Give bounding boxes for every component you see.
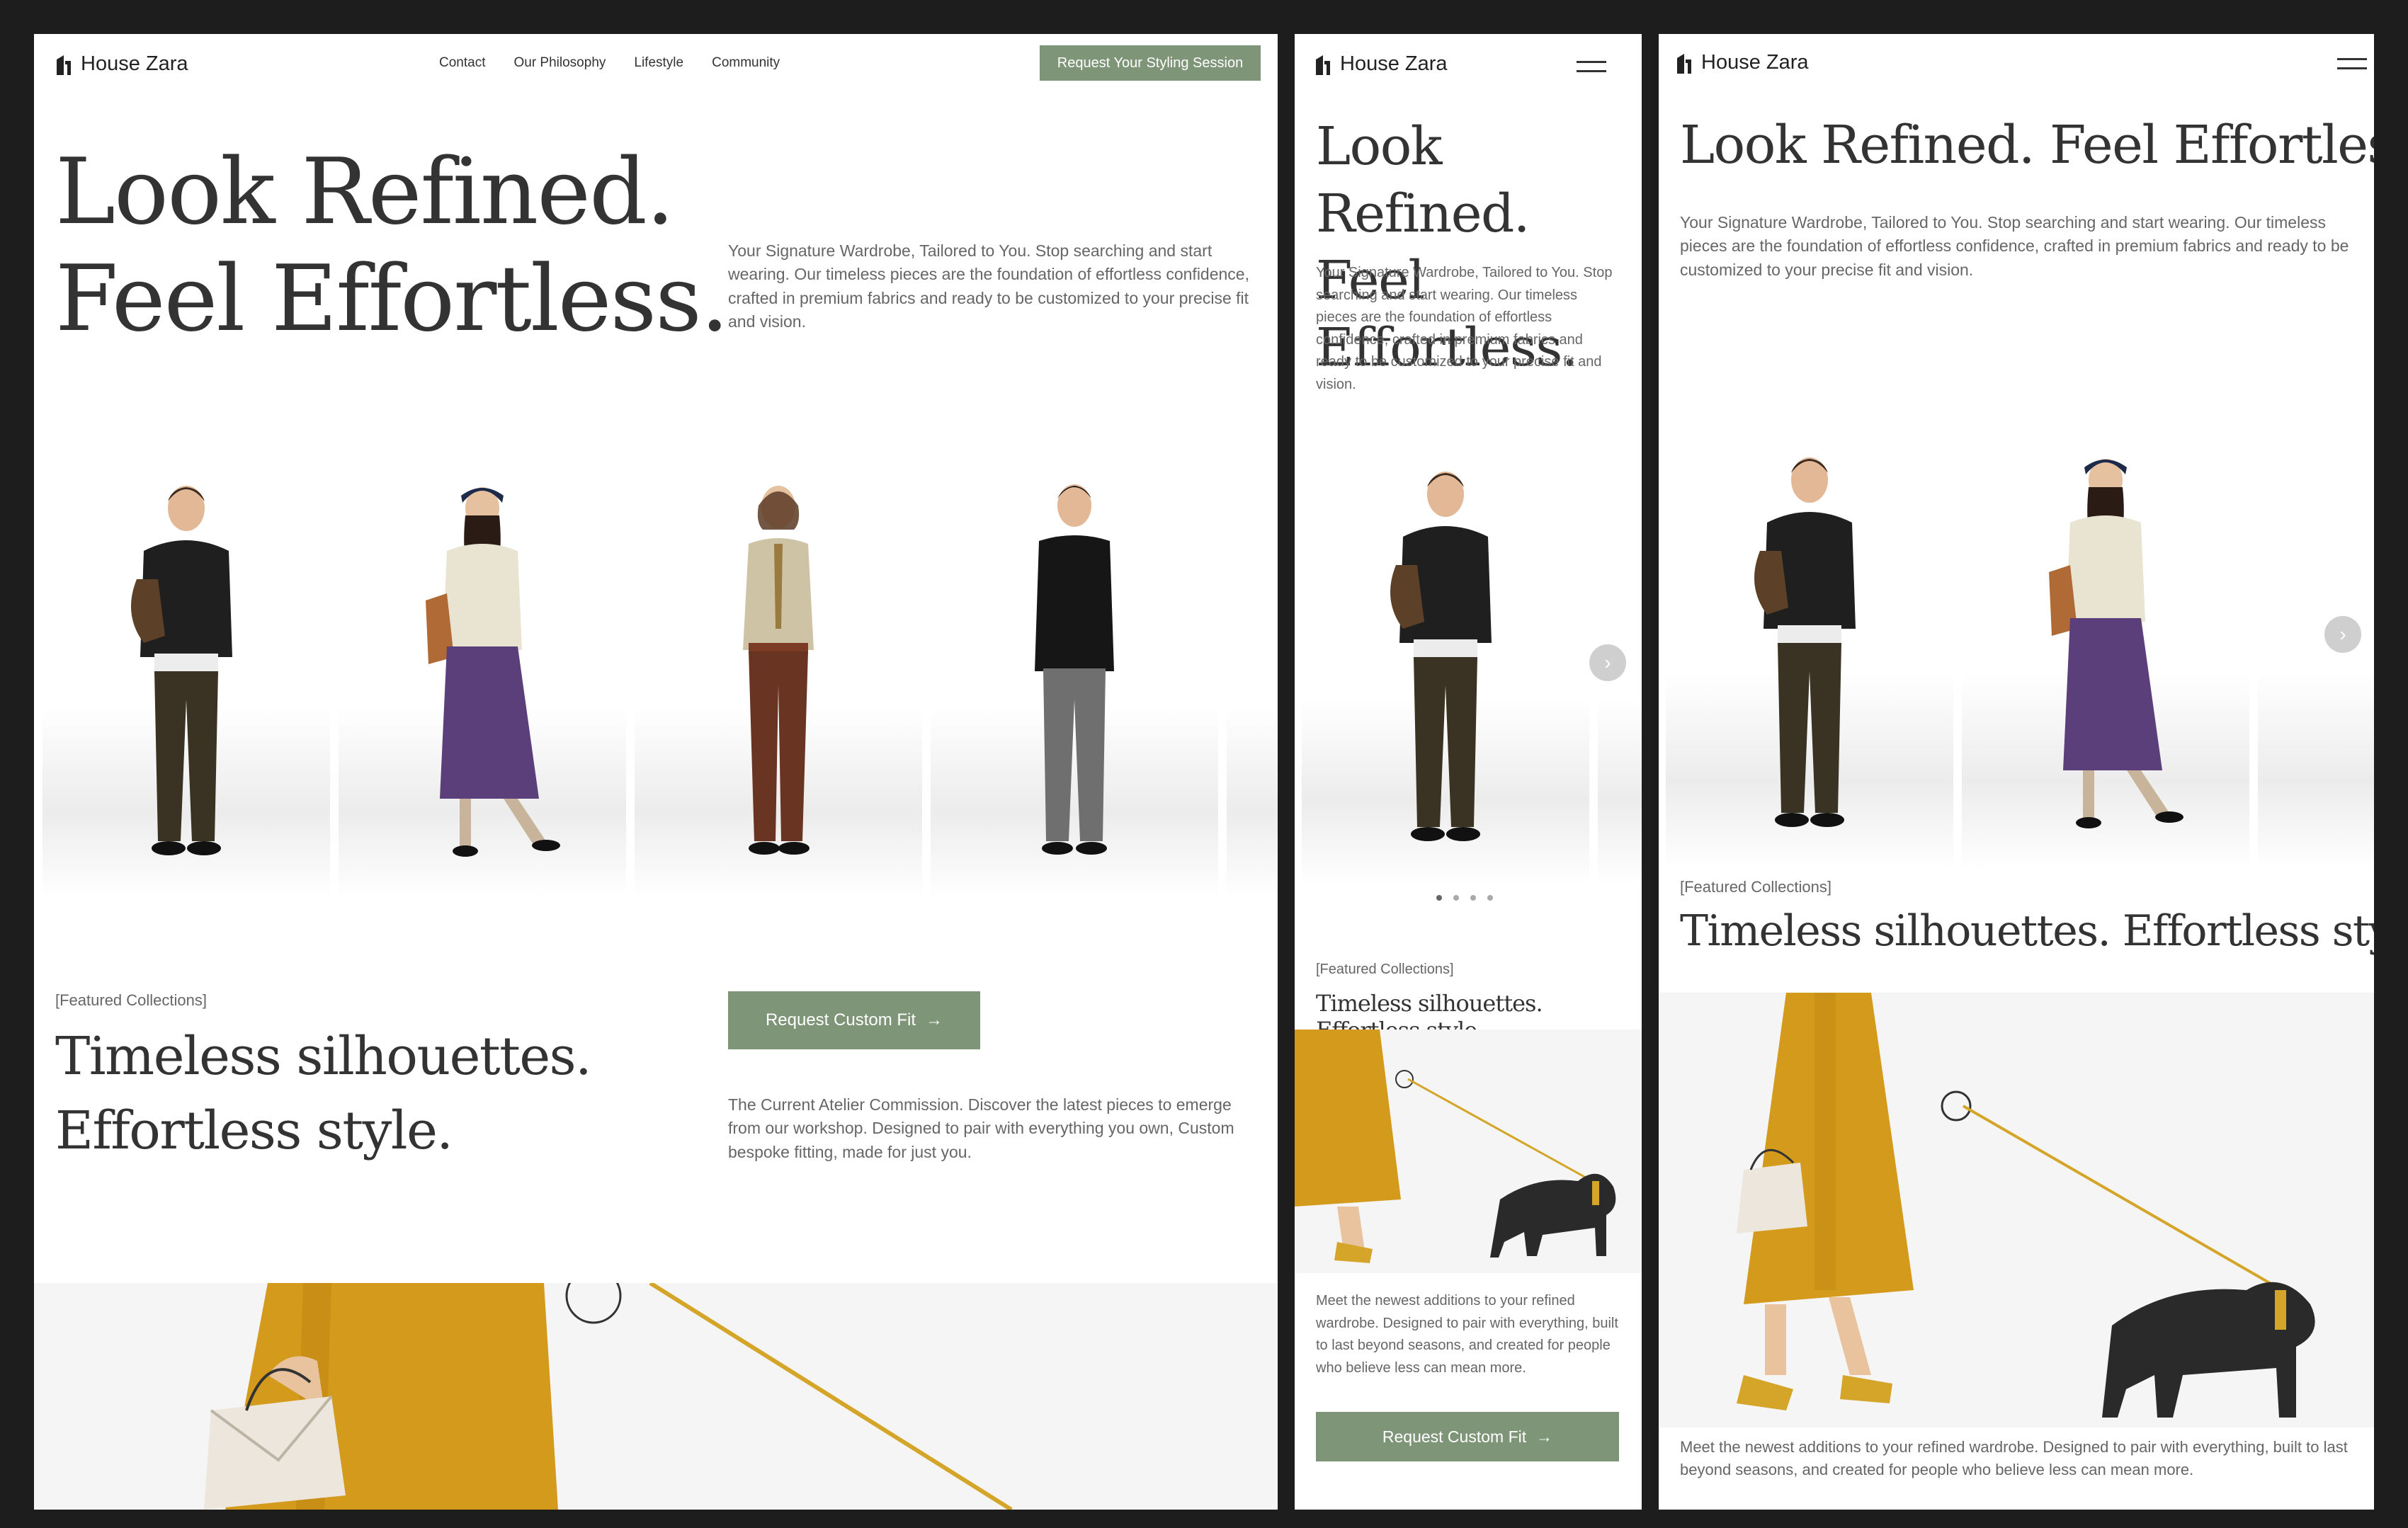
featured-banner-image [34,1283,1278,1510]
model-card-1-mobile[interactable] [1302,445,1589,884]
carousel-dot-3[interactable] [1470,895,1476,901]
model-card-5-peek[interactable] [1227,445,1278,898]
carousel-dot-1[interactable] [1436,895,1442,901]
request-custom-fit-button[interactable]: Request Custom Fit → [728,991,980,1049]
woman-yellow-coat-image [204,1283,1013,1510]
model-card-2-tablet[interactable] [1962,402,2249,870]
featured-title-tablet: Timeless silhouettes. Effortless style. [1680,906,2374,956]
featured-tag-mobile: [Featured Collections] [1316,962,1454,977]
nav-our-philosophy[interactable]: Our Philosophy [513,55,606,71]
featured-tag: [Featured Collections] [55,991,207,1009]
model-card-3[interactable] [635,445,922,898]
model-figure-man-sweater [1390,472,1492,841]
brand-name-tablet: House Zara [1701,51,1809,74]
hero-title: Look Refined. Feel Effortless. [55,139,729,353]
model-figure-man-sweater [1754,457,1856,827]
house-logo-icon [1316,55,1330,75]
desktop-frame: House Zara Contact Our Philosophy Lifest… [34,34,1278,1510]
carousel-next-button-tablet[interactable]: › [2324,616,2361,653]
carousel-dot-2[interactable] [1453,895,1459,901]
woman-yellow-coat-with-dog-image [1737,993,2315,1418]
nav-lifestyle[interactable]: Lifestyle [634,55,683,71]
nav-community[interactable]: Community [712,55,780,71]
request-custom-fit-button-mobile[interactable]: Request Custom Fit → [1316,1412,1619,1461]
brand-logo-mobile[interactable]: House Zara [1314,52,1448,76]
model-figure-woman-cardigan [426,487,560,857]
request-custom-fit-label: Request Custom Fit [765,1010,916,1030]
featured-description: The Current Atelier Commission. Discover… [728,1095,1234,1161]
brand-name: House Zara [81,52,188,75]
house-logo-icon [57,55,71,75]
woman-yellow-coat-with-dog-image [1295,1030,1616,1263]
featured-title-line2: Effortless style. [55,1100,453,1162]
carousel-dot-4[interactable] [1487,895,1493,901]
tablet-frame: House Zara Look Refined. Feel Effortless… [1659,34,2374,1510]
brand-logo-tablet[interactable]: House Zara [1676,51,1809,74]
hero-title-line2: Feel Effortless. [55,246,729,353]
request-styling-session-button[interactable]: Request Your Styling Session [1040,45,1261,81]
model-figure-man-sweater [131,486,232,855]
hero-description-tablet: Your Signature Wardrobe, Tailored to You… [1680,213,2349,279]
model-card-4[interactable] [931,445,1218,898]
arrow-right-icon: → [926,1010,943,1030]
featured-description-tablet: Meet the newest additions to your refine… [1680,1438,2348,1478]
carousel-dots [1436,895,1493,901]
hero-title-line1: Look Refined. [55,139,675,245]
hamburger-menu-icon[interactable] [1577,61,1606,72]
hero-description-mobile: Your Signature Wardrobe, Tailored to You… [1316,265,1613,392]
request-custom-fit-label-mobile: Request Custom Fit [1382,1427,1527,1446]
chevron-right-icon: › [2339,623,2346,645]
hero-description: Your Signature Wardrobe, Tailored to You… [728,241,1249,331]
main-nav: Contact Our Philosophy Lifestyle Communi… [439,55,780,71]
featured-banner-image-tablet [1659,993,2374,1427]
featured-description-mobile: Meet the newest additions to your refine… [1316,1293,1618,1376]
model-figure-woman-shirt-tie [743,486,814,855]
model-figure-woman-cardigan [2049,459,2183,828]
model-card-2[interactable] [339,445,626,898]
carousel-next-button[interactable]: › [1589,644,1626,681]
model-card-1-tablet[interactable] [1666,402,1953,870]
hero-title-line1-mobile: Look Refined. [1316,116,1530,244]
brand-name-mobile: House Zara [1340,52,1448,75]
hero-title-tablet: Look Refined. Feel Effortless. [1680,115,2374,176]
featured-banner-image-mobile [1295,1030,1642,1273]
house-logo-icon [1677,53,1691,74]
chevron-right-icon: › [1604,651,1611,673]
nav-contact[interactable]: Contact [439,55,485,71]
arrow-right-icon: → [1536,1427,1553,1446]
featured-title-line1: Timeless silhouettes. [55,1026,592,1087]
brand-logo[interactable]: House Zara [55,52,188,76]
hamburger-menu-icon[interactable] [2337,58,2367,69]
mobile-frame: House Zara Look Refined. Feel Effortless… [1295,34,1642,1510]
featured-title: Timeless silhouettes. Effortless style. [55,1020,592,1168]
featured-tag-tablet: [Featured Collections] [1680,878,1831,896]
model-card-1[interactable] [42,445,330,898]
model-figure-man-cardigan [1035,484,1114,855]
